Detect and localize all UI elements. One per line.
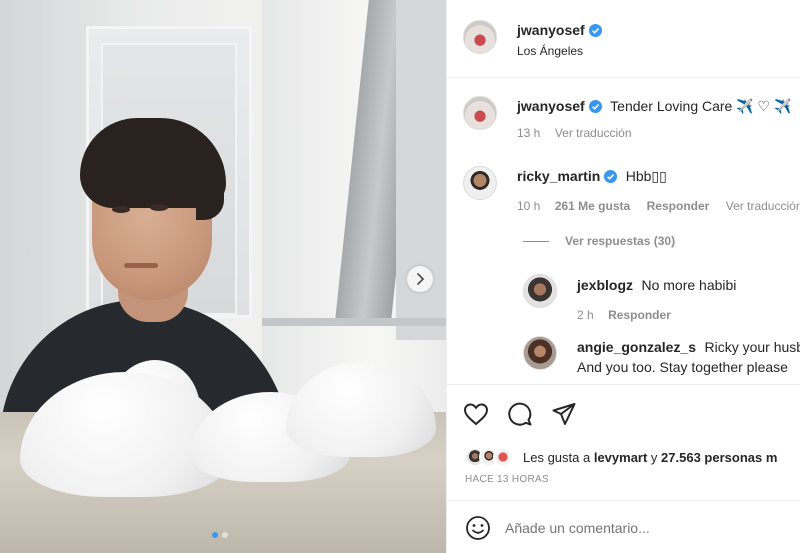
caption-username[interactable]: jwanyosef: [517, 98, 585, 114]
likes-count-link[interactable]: 261 Me gusta: [555, 199, 630, 213]
liker-username[interactable]: levymart: [594, 450, 647, 465]
send-icon[interactable]: [551, 402, 577, 426]
caption: jwanyosef Tender Loving Care ✈️ ♡ ✈️: [517, 98, 791, 118]
background-rail: [262, 318, 446, 326]
avatar: [493, 447, 513, 467]
reply-text: Ricky your husb: [704, 339, 800, 355]
post-timestamp: HACE 13 HORAS: [465, 474, 549, 485]
avatar[interactable]: [463, 20, 497, 54]
reply-username[interactable]: jexblogz: [577, 277, 633, 293]
comment-time: 10 h: [517, 199, 541, 213]
carousel-dot: [212, 532, 218, 538]
view-replies-label: Ver respuestas (30): [565, 234, 676, 248]
reply-button[interactable]: Responder: [647, 199, 710, 213]
comment-meta: 10 h 261 Me gusta Responder Ver traducci…: [517, 197, 800, 215]
reply-time: 2 h: [577, 308, 594, 322]
post-header: jwanyosef Los Ángeles: [447, 0, 800, 78]
reply-button[interactable]: Responder: [608, 308, 671, 322]
carousel-dots: [212, 532, 228, 538]
comment-input[interactable]: [505, 516, 795, 540]
avatar[interactable]: [523, 274, 557, 308]
header-username[interactable]: jwanyosef: [517, 22, 585, 38]
divider-line: [523, 240, 549, 242]
post-side-panel: jwanyosef Los Ángeles jwanyosef Tender L…: [446, 0, 800, 553]
reply-username[interactable]: angie_gonzalez_s: [577, 339, 696, 355]
location-link[interactable]: Los Ángeles: [517, 44, 583, 58]
translate-link[interactable]: Ver traducción: [555, 126, 632, 140]
caption-time: 13 h: [517, 126, 541, 140]
avatar[interactable]: [463, 166, 497, 200]
heart-icon[interactable]: [463, 402, 489, 426]
reply: jexblogz No more habibi: [577, 277, 736, 295]
avatar[interactable]: [523, 336, 557, 370]
comment-icon[interactable]: [507, 402, 533, 426]
likes-summary: Les gusta a levymart y 27.563 personas m: [465, 447, 777, 467]
carousel-next-button[interactable]: [407, 266, 433, 292]
post-photo: [0, 0, 446, 553]
comment: ricky_martin Hbb▯▯: [517, 168, 667, 188]
caption-text: Tender Loving Care ✈️ ♡ ✈️: [610, 98, 792, 114]
comment-username[interactable]: ricky_martin: [517, 168, 600, 184]
view-replies-button[interactable]: Ver respuestas (30): [523, 234, 675, 248]
verified-badge-icon: [604, 170, 618, 188]
translate-link[interactable]: Ver traducción: [726, 199, 800, 213]
verified-badge-icon: [588, 100, 602, 118]
reply: angie_gonzalez_s Ricky your husb: [577, 339, 800, 357]
reply-text: No more habibi: [641, 277, 737, 293]
likes-count-link[interactable]: 27.563 personas m: [661, 450, 777, 465]
comment-composer: [447, 500, 800, 553]
likes-prefix: Les gusta a: [523, 449, 594, 465]
comment-text: Hbb▯▯: [625, 168, 667, 184]
reply-text-continued: And you too. Stay together please: [577, 359, 788, 375]
verified-badge-icon: [588, 24, 602, 42]
avatar[interactable]: [463, 96, 497, 130]
chevron-right-icon: [417, 273, 425, 285]
carousel-dot: [222, 532, 228, 538]
smile-icon[interactable]: [465, 515, 491, 541]
likes-middle: y: [647, 449, 662, 465]
